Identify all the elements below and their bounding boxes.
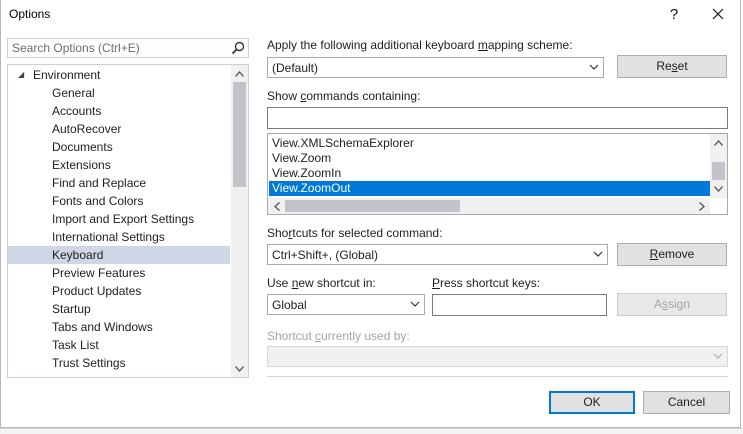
commands-hscroll-thumb[interactable]	[285, 200, 460, 212]
search-icon[interactable]	[231, 41, 245, 55]
commands-list[interactable]: View.XMLSchemaExplorer View.Zoom View.Zoom…	[267, 133, 728, 215]
tree-scrollbar[interactable]	[231, 65, 248, 377]
tree-item-label: Documents	[52, 140, 113, 154]
tree-item[interactable]: Startup	[8, 300, 230, 318]
tree-item-label: Keyboard	[52, 248, 104, 262]
command-list-item[interactable]: View.Zoom	[269, 151, 710, 166]
ok-button[interactable]: OK	[549, 391, 635, 414]
tree-item-label: Import and Export Settings	[52, 212, 195, 226]
scroll-up-icon[interactable]	[710, 134, 727, 151]
commands-filter-input[interactable]	[267, 107, 728, 129]
tree-item[interactable]: General	[8, 84, 230, 102]
currently-used-label: Shortcut currently used by:	[267, 329, 410, 343]
press-shortcut-keys-label: Press shortcut keys:	[432, 276, 541, 290]
tree-item[interactable]: Documents	[8, 138, 230, 156]
tree-item-label: AutoRecover	[52, 122, 122, 136]
remove-button[interactable]: Remove	[617, 243, 727, 266]
chevron-down-icon	[713, 353, 723, 359]
tree-item[interactable]: Product Updates	[8, 282, 230, 300]
close-icon	[712, 8, 724, 20]
mapping-scheme-value: (Default)	[272, 61, 319, 75]
show-commands-label: Show commands containing:	[267, 89, 421, 103]
cancel-button[interactable]: Cancel	[643, 391, 730, 414]
command-list-item[interactable]: View.ZoomIn	[269, 166, 710, 181]
tree-item-label: Accounts	[52, 104, 102, 118]
chevron-down-icon	[410, 301, 420, 307]
mapping-scheme-label: Apply the following additional keyboard …	[267, 38, 573, 52]
mapping-scheme-select[interactable]: (Default)	[267, 57, 604, 78]
use-new-shortcut-label: Use new shortcut in:	[267, 276, 376, 290]
search-placeholder: Search Options (Ctrl+E)	[12, 41, 140, 55]
dialog-title: Options	[9, 7, 51, 21]
tree-item-label: Environment	[33, 68, 101, 82]
options-tree[interactable]: ◢ Environment General Accounts AutoRecover…	[7, 64, 249, 378]
tree-item[interactable]: Task List	[8, 336, 230, 354]
shortcuts-label: Shortcuts for selected command:	[267, 226, 443, 240]
tree-scroll-thumb[interactable]	[233, 82, 246, 187]
reset-button[interactable]: Reset	[617, 55, 727, 78]
assign-button[interactable]: Assign	[617, 293, 727, 316]
divider	[267, 376, 728, 377]
close-button[interactable]	[705, 3, 731, 25]
expanded-caret-icon[interactable]: ◢	[18, 66, 24, 84]
tree-item-label: Startup	[52, 302, 91, 316]
commands-vscrollbar[interactable]	[710, 134, 727, 198]
commands-scroll-thumb[interactable]	[712, 162, 725, 180]
title-bar: Options ?	[1, 0, 742, 30]
tree-item[interactable]: Fonts and Colors	[8, 192, 230, 210]
tree-item-label: General	[52, 86, 95, 100]
scroll-up-icon[interactable]	[231, 65, 248, 82]
tree-item-label: International Settings	[52, 230, 165, 244]
tree-item-label: Product Updates	[52, 284, 142, 298]
tree-item[interactable]: Import and Export Settings	[8, 210, 230, 228]
scroll-left-icon[interactable]	[268, 198, 285, 214]
tree-item[interactable]: Tabs and Windows	[8, 318, 230, 336]
tree-item[interactable]: International Settings	[8, 228, 230, 246]
shortcuts-value: Ctrl+Shift+, (Global)	[272, 248, 379, 262]
tree-item[interactable]: AutoRecover	[8, 120, 230, 138]
tree-item-label: Task List	[52, 338, 99, 352]
tree-item-label: Fonts and Colors	[52, 194, 144, 208]
command-list-item[interactable]: View.ZoomOut	[269, 181, 710, 196]
search-options-input[interactable]: Search Options (Ctrl+E)	[7, 38, 249, 58]
help-button[interactable]: ?	[661, 3, 687, 25]
use-new-shortcut-select[interactable]: Global	[267, 294, 425, 315]
tree-item[interactable]: Accounts	[8, 102, 230, 120]
command-list-item[interactable]: View.XMLSchemaExplorer	[269, 136, 710, 151]
tree-item[interactable]: Keyboard	[8, 246, 230, 264]
scroll-down-icon[interactable]	[710, 180, 727, 197]
tree-item-label: Find and Replace	[52, 176, 147, 190]
tree-item[interactable]: Preview Features	[8, 264, 230, 282]
options-dialog: Options ? Search Options (Ctrl+E) ◢ Envi…	[0, 0, 741, 428]
tree-item[interactable]: Trust Settings	[8, 354, 230, 372]
chevron-down-icon	[593, 251, 603, 257]
background-window-strip	[0, 428, 743, 434]
currently-used-select[interactable]	[267, 346, 728, 367]
tree-item-label: Preview Features	[52, 266, 146, 280]
use-new-shortcut-value: Global	[272, 298, 307, 312]
press-shortcut-keys-input[interactable]	[432, 294, 607, 316]
tree-item[interactable]: Extensions	[8, 156, 230, 174]
tree-item-label: Trust Settings	[52, 356, 126, 370]
tree-item-label: Tabs and Windows	[52, 320, 153, 334]
scroll-right-icon[interactable]	[693, 198, 710, 214]
shortcuts-select[interactable]: Ctrl+Shift+, (Global)	[267, 244, 608, 265]
tree-item-label: Extensions	[52, 158, 111, 172]
scroll-down-icon[interactable]	[231, 360, 248, 377]
tree-item[interactable]: Find and Replace	[8, 174, 230, 192]
commands-hscrollbar[interactable]	[268, 198, 710, 214]
tree-item-environment[interactable]: ◢ Environment	[8, 66, 230, 84]
chevron-down-icon	[589, 64, 599, 70]
